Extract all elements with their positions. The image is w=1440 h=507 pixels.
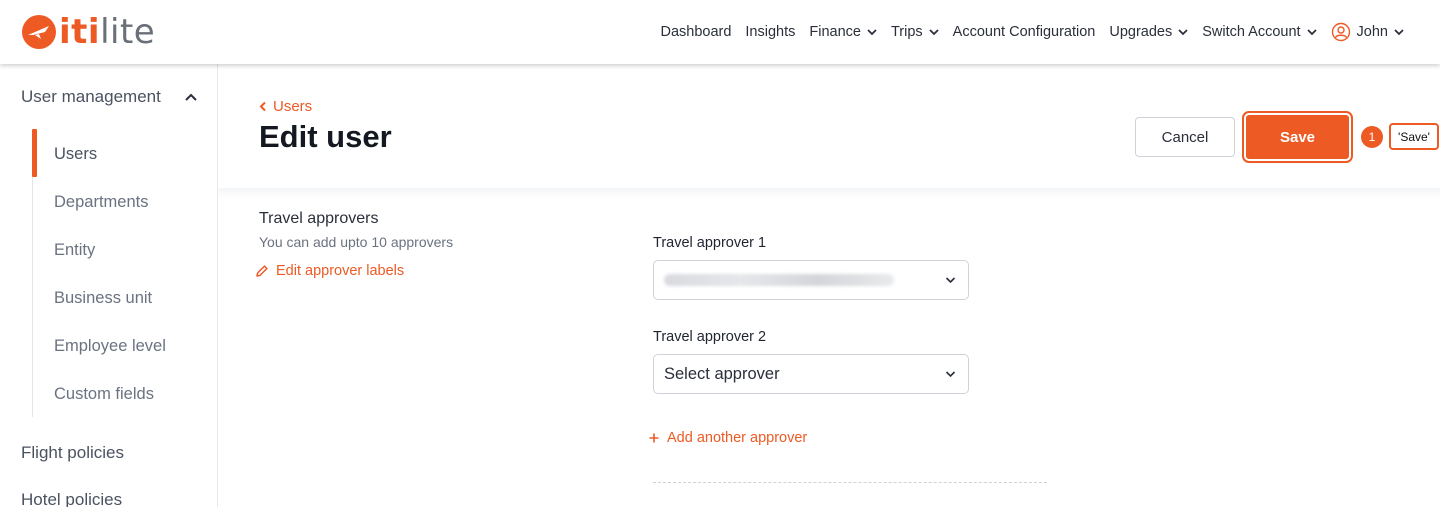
section-divider: [653, 482, 1047, 483]
nav-account-configuration[interactable]: Account Configuration: [953, 24, 1096, 40]
sidebar-item-employee-level[interactable]: Employee level: [54, 337, 166, 356]
sidebar: User management Users Departments Entity…: [0, 64, 218, 507]
nav-trips[interactable]: Trips: [891, 24, 939, 40]
section-title-travel-approvers: Travel approvers: [259, 210, 379, 227]
chevron-down-icon: [1394, 29, 1404, 36]
main-nav: Dashboard Insights Finance Trips Account…: [660, 0, 1404, 64]
chevron-down-icon: [945, 371, 956, 378]
sidebar-item-business-unit[interactable]: Business unit: [54, 289, 152, 308]
chevron-down-icon: [929, 29, 939, 36]
nav-insights[interactable]: Insights: [745, 24, 795, 40]
chevron-down-icon: [1306, 29, 1317, 36]
cancel-button[interactable]: Cancel: [1135, 117, 1235, 157]
section-subtitle: You can add upto 10 approvers: [259, 234, 454, 250]
breadcrumb-back-users[interactable]: Users: [259, 98, 312, 115]
nav-dashboard[interactable]: Dashboard: [660, 24, 731, 40]
logo-text: itilite: [59, 12, 156, 52]
top-navbar: itilite Dashboard Insights Finance Trips…: [0, 0, 1440, 64]
add-another-approver-button[interactable]: Add another approver: [649, 430, 807, 446]
chevron-up-icon: [185, 93, 197, 101]
save-button[interactable]: Save: [1244, 113, 1351, 161]
travel-approver-2-label: Travel approver 2: [653, 329, 767, 345]
main-content: Users Edit user Cancel Save 1 'Save' Tra…: [219, 64, 1440, 507]
chevron-down-icon: [1178, 29, 1188, 36]
edit-approver-labels-link[interactable]: Edit approver labels: [255, 263, 404, 279]
sidebar-item-entity[interactable]: Entity: [54, 241, 95, 260]
annotation-label: 'Save': [1389, 123, 1439, 150]
annotation-marker: 1: [1361, 126, 1383, 148]
chevron-left-icon: [259, 101, 266, 112]
travel-approver-1-select[interactable]: [653, 260, 969, 300]
sidebar-section-flight-policies[interactable]: Flight policies: [21, 443, 124, 463]
header-divider: [219, 188, 1440, 198]
sidebar-item-custom-fields[interactable]: Custom fields: [54, 385, 154, 404]
sidebar-section-user-management[interactable]: User management: [21, 87, 198, 107]
nav-switch-account[interactable]: Switch Account: [1202, 24, 1317, 40]
travel-approver-2-select[interactable]: Select approver: [653, 354, 969, 394]
nav-upgrades[interactable]: Upgrades: [1109, 24, 1188, 40]
pencil-icon: [256, 265, 268, 277]
sidebar-item-users[interactable]: Users: [54, 145, 97, 164]
plus-icon: [649, 433, 659, 443]
sidebar-item-departments[interactable]: Departments: [54, 193, 148, 212]
sidebar-section-hotel-policies[interactable]: Hotel policies: [21, 490, 122, 507]
nav-finance[interactable]: Finance: [809, 24, 877, 40]
chevron-down-icon: [945, 277, 956, 284]
user-menu[interactable]: John: [1331, 22, 1404, 42]
blurred-email-value: [664, 274, 894, 286]
travel-approver-1-label: Travel approver 1: [653, 235, 767, 251]
chevron-down-icon: [867, 29, 877, 36]
sidebar-active-indicator: [32, 129, 37, 177]
itilite-logo[interactable]: itilite: [22, 12, 155, 52]
user-name: John: [1356, 24, 1388, 40]
user-avatar-icon: [1331, 22, 1350, 42]
plane-logo-icon: [22, 15, 56, 49]
page-title: Edit user: [259, 119, 392, 154]
